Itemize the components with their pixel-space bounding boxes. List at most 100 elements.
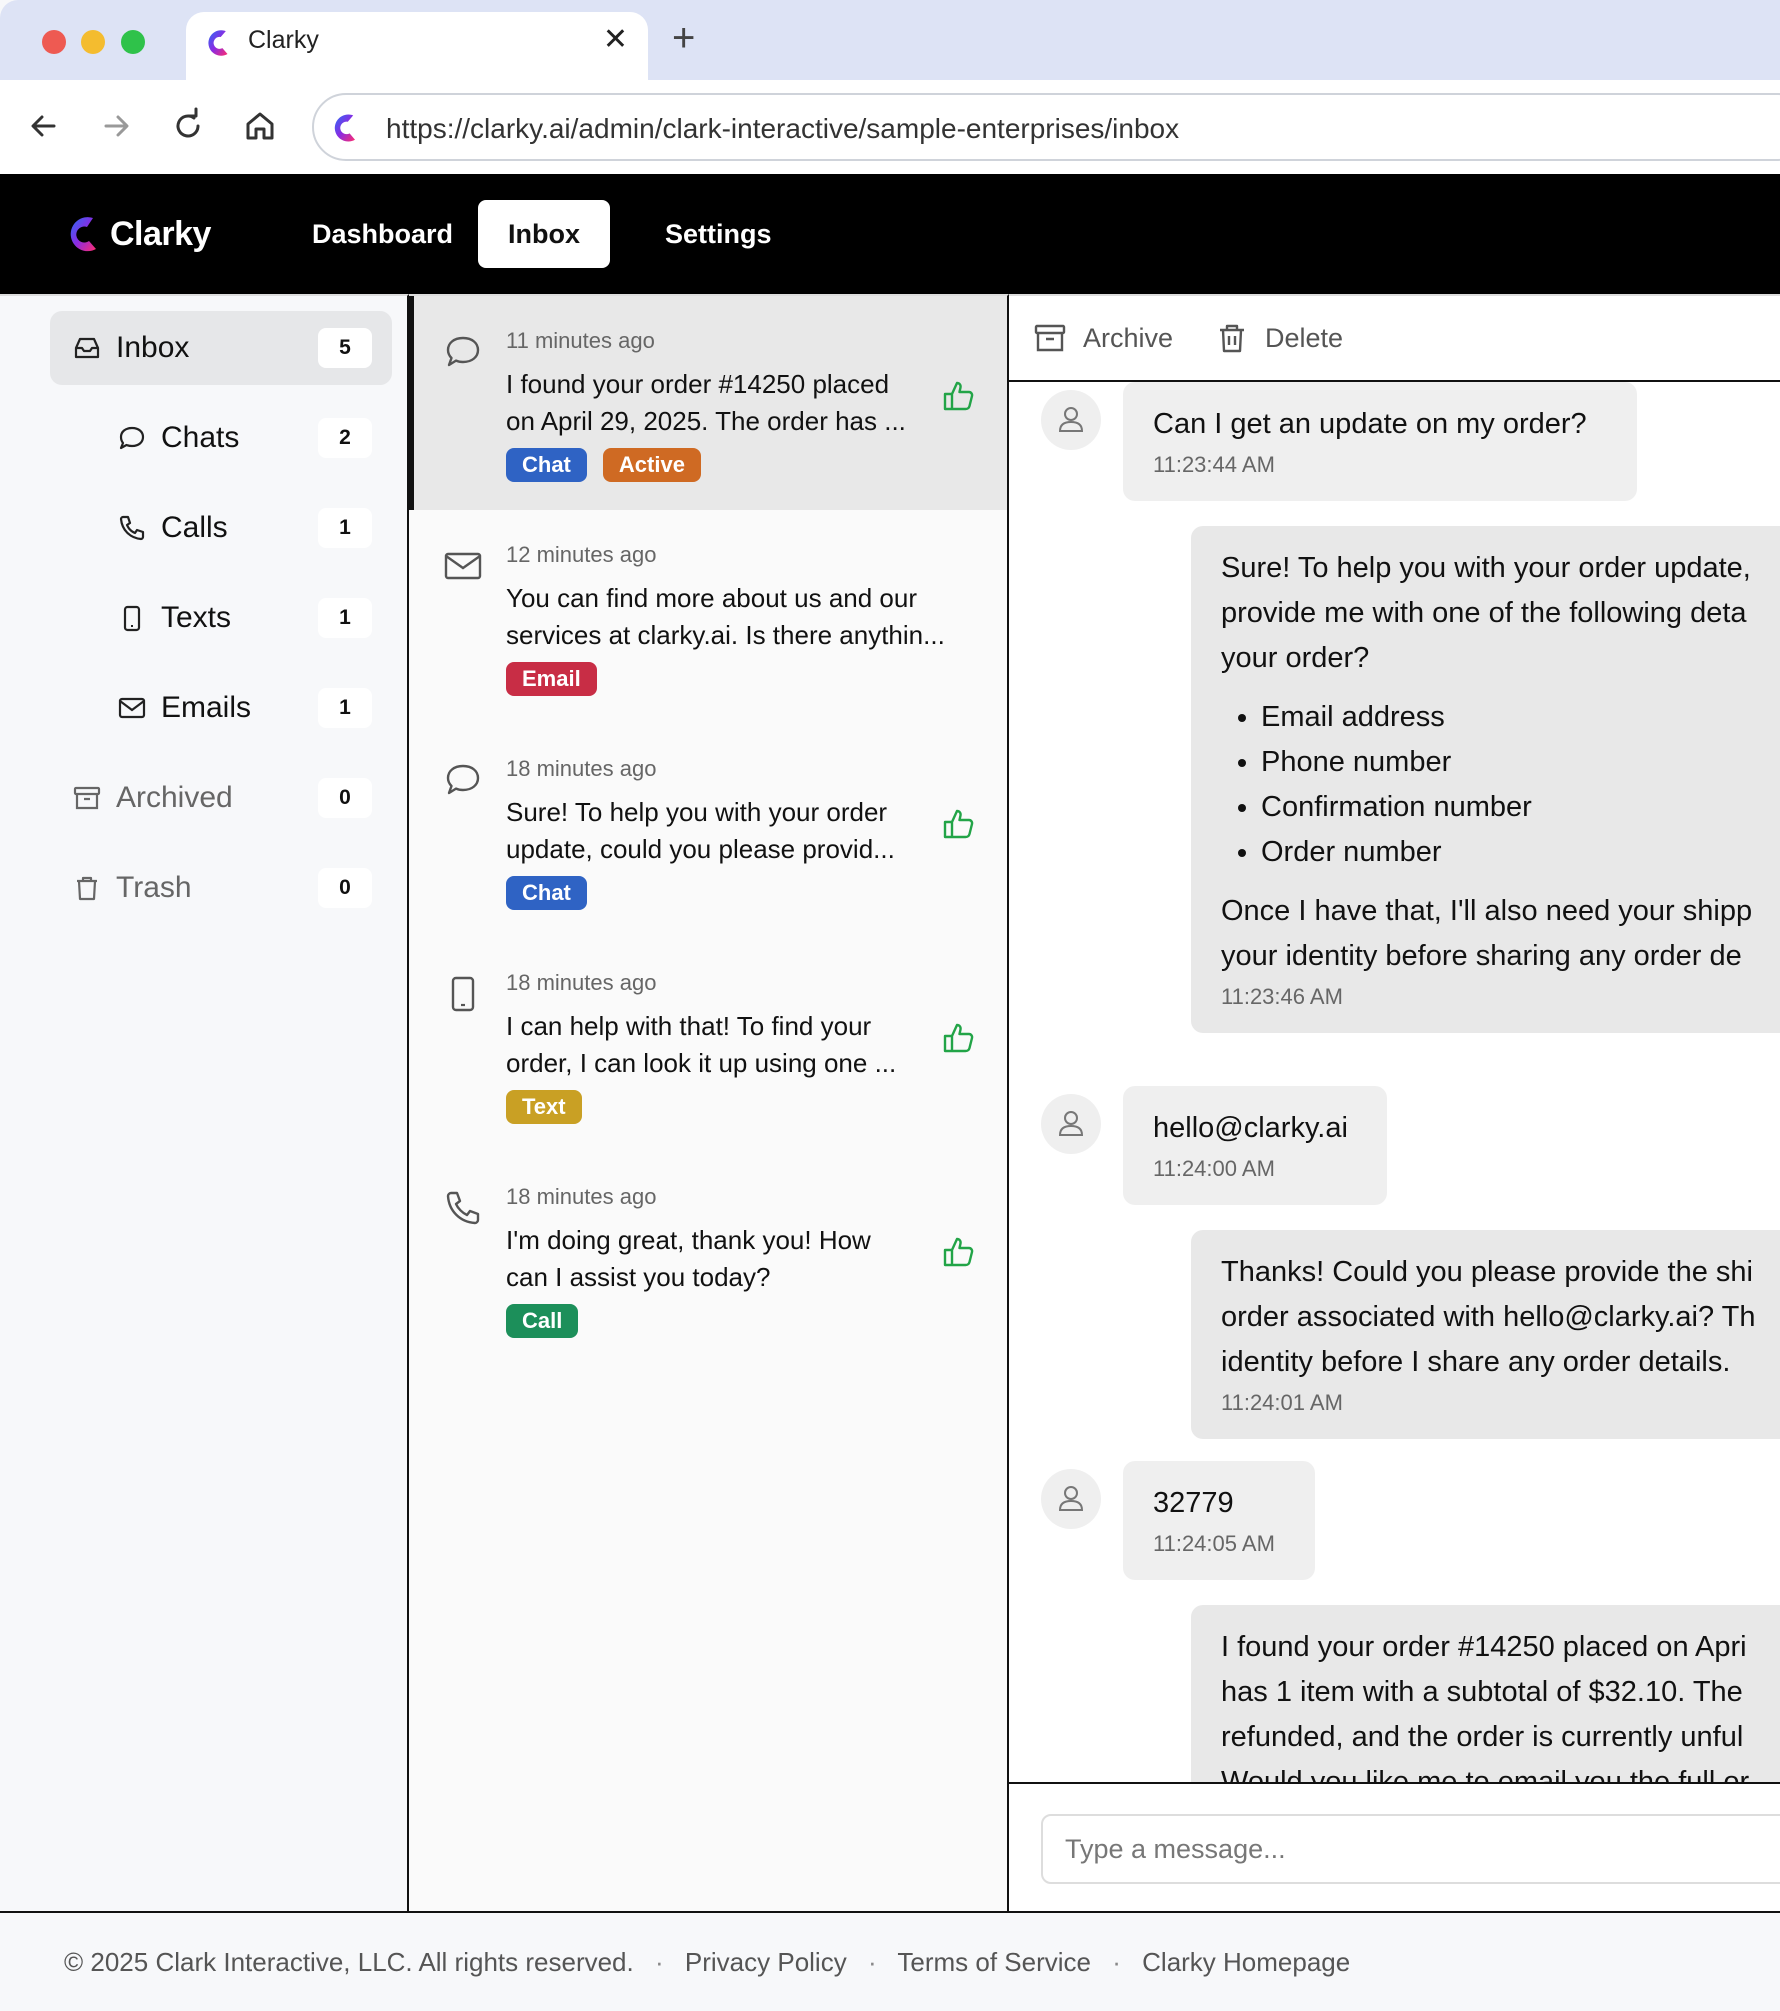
- close-tab-icon[interactable]: ✕: [603, 22, 628, 57]
- user-avatar-icon: [1041, 390, 1101, 450]
- conversation-time: 12 minutes ago: [506, 542, 657, 567]
- chat-bubble-icon: [117, 423, 147, 453]
- chat-bubble-icon: [443, 332, 483, 372]
- sidebar-item-texts[interactable]: Texts 1: [50, 581, 392, 655]
- sidebar-item-label: Texts: [161, 601, 232, 634]
- message-input[interactable]: [1041, 1814, 1780, 1884]
- message-composer: [1009, 1782, 1780, 1911]
- address-bar[interactable]: https://clarky.ai/admin/clark-interactiv…: [312, 93, 1780, 161]
- conversation-preview: I found your order #14250 placed on Apri…: [506, 369, 906, 436]
- privacy-policy-link[interactable]: Privacy Policy: [685, 1947, 847, 1977]
- sidebar-item-chats[interactable]: Chats 2: [50, 401, 392, 475]
- site-favicon-icon: [328, 110, 364, 146]
- conversation-item[interactable]: 11 minutes ago I found your order #14250…: [409, 296, 1007, 510]
- count-badge: 1: [318, 688, 372, 728]
- conversation-detail: Archive Delete Can I get an update on my…: [1009, 294, 1780, 1911]
- nav-dashboard[interactable]: Dashboard: [282, 200, 483, 268]
- detail-toolbar: Archive Delete: [1009, 296, 1780, 382]
- new-tab-button[interactable]: +: [672, 16, 695, 61]
- window-close-button[interactable]: [42, 30, 66, 54]
- conversation-time: 18 minutes ago: [506, 756, 657, 781]
- clarky-logo-icon: [70, 217, 96, 252]
- sidebar-item-label: Trash: [116, 871, 192, 904]
- conversation-item[interactable]: 18 minutes ago Sure! To help you with yo…: [409, 724, 1007, 938]
- footer-separator: ·: [867, 1947, 877, 1977]
- message-time: 11:24:00 AM: [1153, 1156, 1275, 1181]
- thumbs-up-icon: [941, 378, 977, 414]
- message-time: 11:23:44 AM: [1153, 452, 1275, 477]
- mobile-icon: [117, 603, 147, 633]
- tag-active: Active: [602, 448, 701, 482]
- browser-toolbar: https://clarky.ai/admin/clark-interactiv…: [0, 80, 1780, 174]
- clarky-homepage-link[interactable]: Clarky Homepage: [1142, 1947, 1350, 1977]
- footer-separator: ·: [654, 1947, 664, 1977]
- count-badge: 2: [318, 418, 372, 458]
- message-thread[interactable]: Can I get an update on my order? 11:23:4…: [1009, 382, 1780, 1782]
- message-bubble-user: Can I get an update on my order? 11:23:4…: [1123, 382, 1637, 501]
- delete-button[interactable]: Delete: [1215, 318, 1343, 358]
- window-zoom-button[interactable]: [121, 30, 145, 54]
- archive-icon: [1034, 324, 1066, 352]
- tag-chat: Chat: [506, 876, 587, 910]
- sidebar-item-label: Chats: [161, 421, 240, 454]
- sidebar-item-inbox[interactable]: Inbox 5: [50, 311, 392, 385]
- nav-settings[interactable]: Settings: [635, 200, 802, 268]
- brand-logo[interactable]: Clarky: [64, 211, 211, 257]
- conversation-list: 11 minutes ago I found your order #14250…: [409, 294, 1009, 1911]
- message-time: 11:24:05 AM: [1153, 1531, 1275, 1556]
- terms-of-service-link[interactable]: Terms of Service: [897, 1947, 1091, 1977]
- tag-group: Text: [506, 1090, 582, 1124]
- tag-group: Chat: [506, 876, 587, 910]
- mobile-icon: [443, 974, 483, 1014]
- conversation-item[interactable]: 18 minutes ago I'm doing great, thank yo…: [409, 1152, 1007, 1366]
- envelope-icon: [117, 693, 147, 723]
- tag-group: Email: [506, 662, 597, 696]
- sidebar-item-calls[interactable]: Calls 1: [50, 491, 392, 565]
- user-avatar-icon: [1041, 1094, 1101, 1154]
- sidebar-item-emails[interactable]: Emails 1: [50, 671, 392, 745]
- url-text: https://clarky.ai/admin/clark-interactiv…: [386, 113, 1180, 144]
- conversation-item[interactable]: 18 minutes ago I can help with that! To …: [409, 938, 1007, 1152]
- user-avatar-icon: [1041, 1469, 1101, 1529]
- browser-tab-bar: Clarky ✕ +: [0, 0, 1780, 80]
- footer: © 2025 Clark Interactive, LLC. All right…: [0, 1911, 1780, 2011]
- conversation-item[interactable]: 12 minutes ago You can find more about u…: [409, 510, 1007, 724]
- phone-icon: [117, 513, 147, 543]
- tag-text: Text: [506, 1090, 582, 1124]
- sidebar-item-archived[interactable]: Archived 0: [50, 761, 392, 835]
- forward-arrow-icon[interactable]: [96, 106, 136, 146]
- count-badge: 5: [318, 328, 372, 368]
- tag-group: Chat Active: [506, 448, 701, 482]
- conversation-time: 18 minutes ago: [506, 1184, 657, 1209]
- tag-group: Call: [506, 1304, 579, 1338]
- message-bubble-bot: Sure! To help you with your order update…: [1191, 526, 1780, 1033]
- copyright-text: © 2025 Clark Interactive, LLC. All right…: [64, 1947, 634, 1977]
- message-time: 11:24:01 AM: [1221, 1390, 1343, 1415]
- reload-icon[interactable]: [168, 106, 208, 146]
- tag-call: Call: [506, 1304, 579, 1338]
- archive-button[interactable]: Archive: [1033, 318, 1173, 358]
- thumbs-up-icon: [941, 1234, 977, 1270]
- home-icon[interactable]: [240, 106, 280, 146]
- trash-icon: [1220, 324, 1244, 353]
- sidebar-item-label: Emails: [161, 691, 252, 724]
- envelope-icon: [443, 546, 483, 586]
- chat-bubble-icon: [443, 760, 483, 800]
- count-badge: 1: [318, 598, 372, 638]
- browser-tab[interactable]: Clarky ✕: [186, 12, 648, 80]
- back-arrow-icon[interactable]: [24, 106, 64, 146]
- tag-chat: Chat: [506, 448, 587, 482]
- message-bubble-bot: I found your order #14250 placed on Apri…: [1191, 1605, 1780, 1782]
- conversation-time: 11 minutes ago: [506, 328, 655, 353]
- window-minimize-button[interactable]: [81, 30, 105, 54]
- phone-icon: [443, 1188, 483, 1228]
- sidebar-item-trash[interactable]: Trash 0: [50, 851, 392, 925]
- nav-inbox[interactable]: Inbox: [478, 200, 610, 268]
- inbox-icon: [72, 333, 102, 363]
- app-header: Clarky Dashboard Inbox Settings: [0, 174, 1780, 294]
- trash-icon: [72, 873, 102, 903]
- clarky-logo-icon: [202, 26, 236, 60]
- browser-tab-title: Clarky: [248, 26, 319, 54]
- thumbs-up-icon: [941, 1020, 977, 1056]
- archive-label: Archive: [1083, 322, 1174, 353]
